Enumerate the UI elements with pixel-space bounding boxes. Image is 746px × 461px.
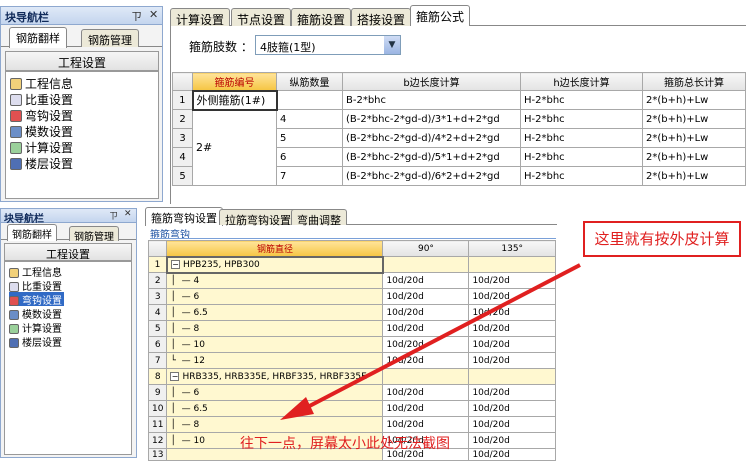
col-bar-diameter[interactable]: 钢筋直径	[166, 240, 384, 257]
top-nav-close-icon[interactable]: ✕	[149, 8, 158, 21]
top-nav-tab-rebar-manage[interactable]: 钢筋管理	[81, 29, 139, 47]
annotation-bottom-note: 往下一点，屏幕太小此处无法截图	[240, 436, 450, 452]
collapse-icon[interactable]: −	[170, 371, 180, 381]
bottom-nav-item-project-info[interactable]: 工程信息	[9, 264, 62, 279]
top-nav-item-hook[interactable]: 弯钩设置	[10, 107, 73, 123]
bottom-nav-item-hook[interactable]: 弯钩设置	[9, 292, 64, 307]
modulus-icon	[10, 126, 22, 138]
bottom-tabbar: 箍筋弯钩设置 拉筋弯钩设置 弯曲调整	[145, 207, 557, 227]
table-row[interactable]: 8 − HRB335, HRB335E, HRBF335, HRBF335E	[147, 368, 556, 385]
tab-tie-hook[interactable]: 拉筋弯钩设置	[219, 209, 297, 227]
code-cell-2[interactable]: 2#	[192, 109, 277, 186]
top-nav-title: 块导航栏 ㄗ ✕	[1, 7, 162, 25]
bottom-nav-item-modulus[interactable]: 模数设置	[9, 306, 62, 321]
bottom-nav-close-icon[interactable]: ✕	[124, 209, 132, 219]
chevron-down-icon[interactable]: ▼	[384, 36, 400, 54]
bottom-nav-pin-icon[interactable]: ㄗ	[109, 209, 118, 222]
table-row[interactable]: 6 │ — 10 10d/20d 10d/20d	[147, 336, 556, 353]
stirrup-count-select[interactable]: 4肢箍(1型) ▼	[255, 35, 401, 55]
top-tabbar: 计算设置 节点设置 箍筋设置 搭接设置 箍筋公式	[170, 5, 746, 27]
bottom-nav-tab-rebar-layout[interactable]: 钢筋翻样	[7, 224, 57, 241]
bottom-nav-item-calc[interactable]: 计算设置	[9, 320, 62, 335]
bottom-nav-tab-rebar-manage[interactable]: 钢筋管理	[69, 226, 119, 243]
col-h-length[interactable]: h边长度计算	[520, 72, 643, 91]
bottom-nav-tabs: 钢筋翻样 钢筋管理	[1, 224, 136, 243]
top-nav-list: 工程信息 比重设置 弯钩设置 模数设置 计算设置 楼层设置	[5, 71, 159, 199]
calc-icon	[10, 142, 22, 154]
collapse-icon[interactable]: −	[170, 259, 180, 269]
top-nav-item-project-info[interactable]: 工程信息	[10, 75, 73, 91]
table-row[interactable]: 9 │ — 6 10d/20d 10d/20d	[147, 384, 556, 401]
top-nav-tab-rebar-layout[interactable]: 钢筋翻样	[9, 27, 67, 48]
table-row[interactable]: 2 2# 4 (B-2*bhc-2*gd-d)/3*1+d+2*gd H-2*b…	[172, 109, 746, 186]
floor-icon	[9, 338, 19, 348]
bottom-nav-item-floor[interactable]: 楼层设置	[9, 334, 62, 349]
table-row[interactable]: 10 │ — 6.5 10d/20d 10d/20d	[147, 400, 556, 417]
top-nav-panel: 块导航栏 ㄗ ✕ 钢筋翻样 钢筋管理 工程设置 工程信息 比重设置 弯钩设置 模…	[0, 6, 163, 202]
corner-cell	[147, 240, 168, 257]
col-135-degree[interactable]: 135°	[468, 240, 556, 257]
bottom-nav-list: 工程信息 比重设置 弯钩设置 模数设置 计算设置 楼层设置	[4, 261, 132, 455]
stirrup-hook-table: 钢筋直径 90° 135° 1 − HPB235, HPB300 2 │ — 4 10…	[147, 240, 556, 461]
top-nav-item-floor[interactable]: 楼层设置	[10, 155, 73, 171]
project-info-icon	[9, 268, 19, 278]
tab-stirrup-settings[interactable]: 箍筋设置	[291, 8, 352, 27]
bottom-nav-panel: 块导航栏 ㄗ ✕ 钢筋翻样 钢筋管理 工程设置 工程信息 比重设置 弯钩设置 模…	[0, 208, 137, 458]
top-nav-title-text: 块导航栏	[5, 11, 49, 24]
bottom-nav-header[interactable]: 工程设置	[4, 243, 132, 261]
stirrup-count-label: 箍筋肢数 ：	[189, 40, 253, 54]
calc-icon	[9, 324, 19, 334]
floor-icon	[10, 158, 22, 170]
code-cell[interactable]: 外侧箍筋(1#)	[191, 89, 278, 111]
hook-icon	[9, 296, 19, 306]
tab-calc-settings[interactable]: 计算设置	[170, 8, 231, 27]
corner-cell	[172, 72, 193, 91]
col-b-length[interactable]: b边长度计算	[342, 72, 521, 91]
stirrup-count-value: 4肢箍(1型)	[260, 41, 316, 54]
bottom-nav-item-weight[interactable]: 比重设置	[9, 278, 62, 293]
top-nav-header[interactable]: 工程设置	[5, 51, 159, 71]
top-nav-pin-icon[interactable]: ㄗ	[131, 8, 142, 24]
table-row[interactable]: 1 − HPB235, HPB300	[147, 255, 556, 274]
table-row[interactable]: 11 │ — 8 10d/20d 10d/20d	[147, 416, 556, 433]
tab-bend-adjust[interactable]: 弯曲调整	[291, 209, 347, 227]
col-total-length[interactable]: 箍筋总长计算	[642, 72, 746, 91]
tab-node-settings[interactable]: 节点设置	[231, 8, 292, 27]
modulus-icon	[9, 310, 19, 320]
table-row[interactable]: 5 │ — 8 10d/20d 10d/20d	[147, 320, 556, 337]
table-row[interactable]: 7 └ — 12 10d/20d 10d/20d	[147, 352, 556, 369]
top-nav-tabs: 钢筋翻样 钢筋管理	[1, 27, 162, 48]
table-row[interactable]: 3 │ — 6 10d/20d 10d/20d	[147, 288, 556, 305]
weight-icon	[10, 94, 22, 106]
table-row[interactable]: 2 │ — 4 10d/20d 10d/20d	[147, 272, 556, 289]
stirrup-formula-table: 箍筋编号 纵筋数量 b边长度计算 h边长度计算 箍筋总长计算 1 外侧箍筋(1#…	[172, 72, 746, 186]
col-bar-qty[interactable]: 纵筋数量	[276, 72, 343, 91]
weight-icon	[9, 282, 19, 292]
top-nav-item-weight[interactable]: 比重设置	[10, 91, 73, 107]
hook-icon	[10, 110, 22, 122]
tab-stirrup-formula[interactable]: 箍筋公式	[410, 5, 471, 27]
table-row[interactable]: 4 │ — 6.5 10d/20d 10d/20d	[147, 304, 556, 321]
top-nav-item-calc[interactable]: 计算设置	[10, 139, 73, 155]
tab-lap-settings[interactable]: 搭接设置	[351, 8, 412, 27]
col-stirrup-code[interactable]: 箍筋编号	[192, 72, 277, 91]
tab-stirrup-hook[interactable]: 箍筋弯钩设置	[145, 207, 223, 226]
section-underline	[150, 238, 556, 239]
top-nav-item-modulus[interactable]: 模数设置	[10, 123, 73, 139]
annotation-callout: 这里就有按外皮计算	[583, 221, 741, 257]
project-info-icon	[10, 78, 22, 90]
col-90-degree[interactable]: 90°	[382, 240, 470, 257]
bottom-nav-title: 块导航栏 ㄗ ✕	[1, 209, 136, 225]
table-row[interactable]: 1 外侧箍筋(1#) B-2*bhc H-2*bhc 2*(b+h)+Lw	[172, 89, 746, 111]
